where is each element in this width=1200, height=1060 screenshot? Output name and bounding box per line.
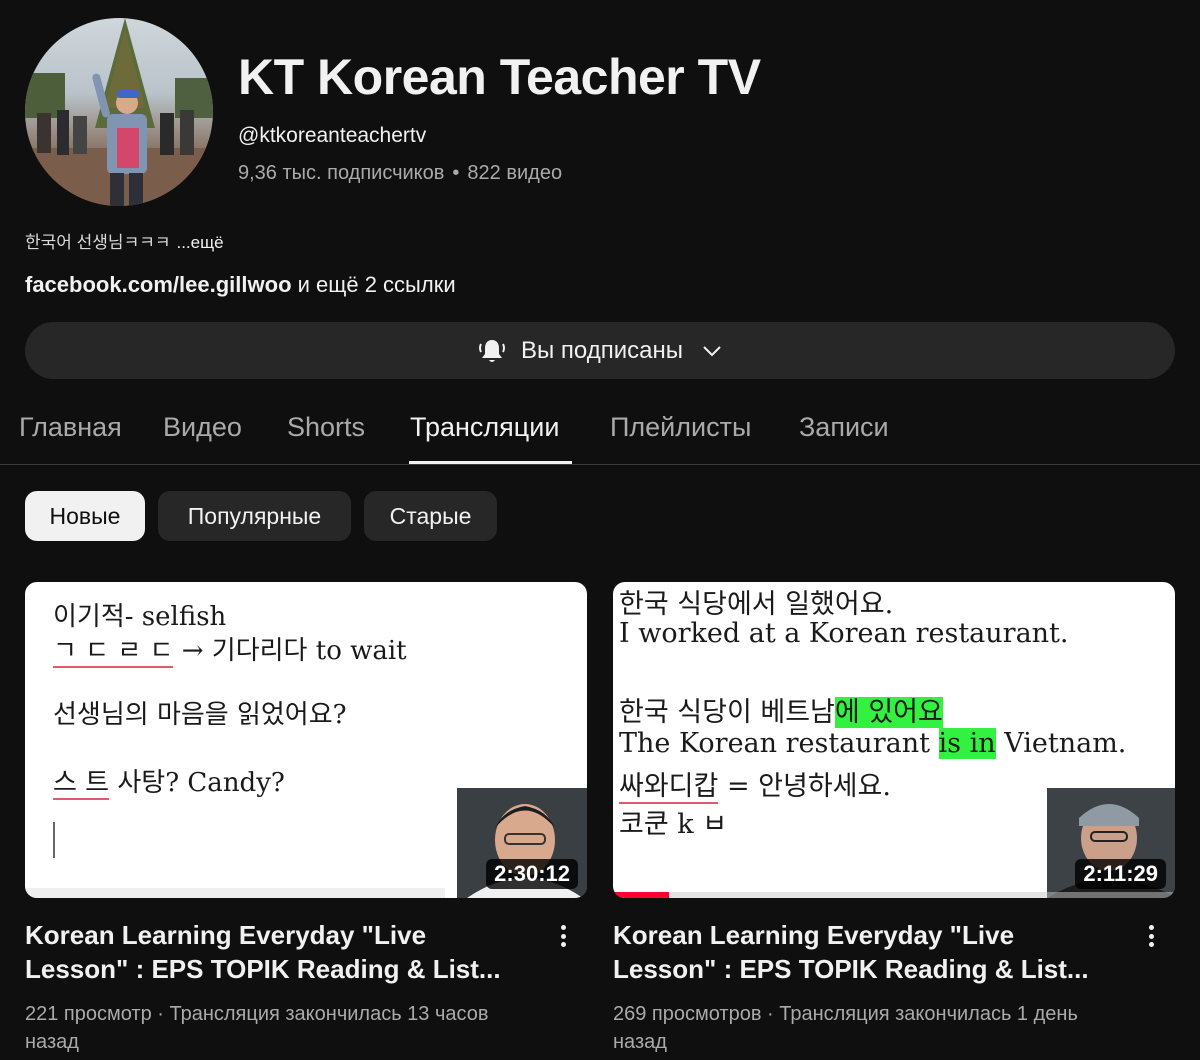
tab-posts[interactable]: Записи	[799, 412, 889, 443]
channel-links[interactable]: facebook.com/lee.gillwoo и ещё 2 ссылки	[25, 272, 456, 298]
tab-live[interactable]: Трансляции	[410, 412, 559, 443]
thumb-text-segment: 사탕? Candy?	[109, 768, 285, 798]
watch-progress-track	[613, 892, 1175, 898]
bell-ringing-icon	[479, 339, 505, 362]
facebook-link[interactable]: facebook.com/lee.gillwoo	[25, 272, 292, 297]
more-options-icon[interactable]	[1141, 922, 1161, 950]
chip-newest[interactable]: Новые	[25, 491, 145, 541]
video-meta-2: 269 просмотров · Трансляция закончилась …	[613, 1003, 1078, 1053]
thumb-text-segment: The Korean restaurant	[619, 728, 939, 759]
text-cursor	[53, 822, 55, 858]
thumb-text-segment: = 안녕하세요.	[718, 771, 891, 802]
thumb-text-line: 선생님의 마음을 읽었어요?	[53, 700, 347, 730]
video-meta-1: 221 просмотр · Трансляция закончилась 13…	[25, 1003, 489, 1053]
chip-oldest[interactable]: Старые	[364, 491, 497, 541]
thumb-text-line: 이기적- selfish	[53, 602, 227, 632]
tab-home[interactable]: Главная	[19, 412, 122, 443]
channel-stats: 9,36 тыс. подписчиков • 822 видео	[238, 162, 562, 185]
thumb-text-highlight: 에 있어요	[834, 697, 943, 728]
thumb-taskbar	[25, 888, 445, 898]
subscriber-count: 9,36 тыс. подписчиков	[238, 162, 445, 184]
thumb-text-line: 한국 식당이 베트남에 있어요	[619, 690, 943, 729]
watch-progress-bar	[613, 892, 670, 898]
video-title-2[interactable]: Korean Learning Everyday "Live Lesson" :…	[613, 918, 1123, 986]
channel-title: KT Korean Teacher TV	[238, 49, 761, 105]
thumb-text-underlined: 싸와디캅	[619, 771, 719, 804]
channel-tabs: Главная Видео Shorts Трансляции Плейлист…	[0, 400, 1200, 465]
stats-separator: •	[452, 162, 460, 184]
thumb-text-line: I worked at a Korean restaurant.	[619, 618, 1069, 649]
thumb-text-line: 싸와디캅 = 안녕하세요.	[619, 764, 891, 804]
thumb-text-line: The Korean restaurant is in Vietnam.	[619, 728, 1126, 759]
more-links[interactable]: и ещё 2 ссылки	[292, 272, 456, 297]
tab-playlists[interactable]: Плейлисты	[610, 412, 751, 443]
channel-avatar[interactable]	[25, 18, 213, 206]
video-duration: 2:30:12	[486, 859, 578, 889]
description-more-link[interactable]: ...ещё	[176, 233, 223, 252]
chip-popular[interactable]: Популярные	[158, 491, 351, 541]
thumb-text-line: 한국 식당에서 일했어요.	[619, 589, 894, 620]
thumb-text-underlined: ㄱ ㄷ ㄹ ㄷ	[53, 636, 174, 668]
channel-page: KT Korean Teacher TV @ktkoreanteachertv …	[0, 0, 1200, 1060]
more-options-icon[interactable]	[553, 922, 573, 950]
thumb-text-line: 코쿤 k ㅂ	[619, 809, 728, 840]
description-text: 한국어 선생님ㅋㅋㅋ	[25, 233, 171, 252]
thumb-text-segment: 한국 식당이 베트남	[619, 697, 835, 728]
video-duration: 2:11:29	[1075, 859, 1166, 889]
chevron-down-icon	[703, 345, 721, 356]
thumb-text-line: 스 트 사탕? Candy?	[53, 762, 285, 800]
video-thumbnail-1[interactable]: 이기적- selfish ㄱ ㄷ ㄹ ㄷ → 기다리다 to wait 선생님의…	[25, 582, 587, 898]
subscribed-button[interactable]: Вы подписаны	[25, 322, 1175, 379]
video-title-1[interactable]: Korean Learning Everyday "Live Lesson" :…	[25, 918, 535, 986]
channel-handle: @ktkoreanteachertv	[238, 124, 427, 147]
tab-videos[interactable]: Видео	[163, 412, 242, 443]
tab-shorts[interactable]: Shorts	[287, 412, 365, 443]
avatar-photo	[25, 18, 213, 206]
thumb-text-highlight: is in	[938, 728, 996, 759]
active-tab-indicator	[409, 461, 572, 464]
video-thumbnail-2[interactable]: 한국 식당에서 일했어요. I worked at a Korean resta…	[613, 582, 1175, 898]
thumb-text-underlined: 스 트	[53, 768, 110, 800]
thumb-text-segment: Vietnam.	[995, 728, 1127, 759]
video-count: 822 видео	[467, 162, 563, 184]
thumb-text-segment: → 기다리다 to wait	[181, 636, 407, 666]
thumb-text-line: ㄱ ㄷ ㄹ ㄷ → 기다리다 to wait	[53, 630, 407, 668]
subscribed-label: Вы подписаны	[521, 336, 683, 364]
channel-description[interactable]: 한국어 선생님ㅋㅋㅋ ...ещё	[25, 228, 224, 253]
